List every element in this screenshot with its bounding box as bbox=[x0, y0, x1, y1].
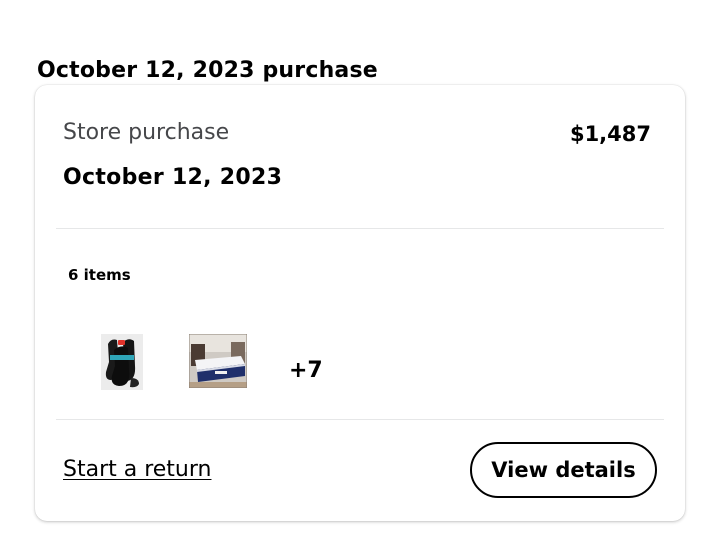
page-title: October 12, 2023 purchase bbox=[37, 58, 378, 83]
order-card: Store purchase $1,487 October 12, 2023 6… bbox=[35, 85, 685, 521]
product-thumbnail-mattress[interactable] bbox=[188, 333, 248, 389]
socks-image bbox=[101, 334, 143, 390]
product-thumbnail-socks[interactable] bbox=[101, 334, 143, 390]
store-purchase-label: Store purchase bbox=[63, 120, 230, 145]
order-date: October 12, 2023 bbox=[63, 165, 283, 190]
more-items-count[interactable]: +7 bbox=[289, 357, 323, 385]
divider bbox=[56, 228, 664, 229]
start-return-link[interactable]: Start a return bbox=[63, 455, 211, 485]
view-details-button[interactable]: View details bbox=[470, 442, 657, 498]
items-count: 6 items bbox=[68, 266, 131, 284]
divider bbox=[56, 419, 664, 420]
order-total: $1,487 bbox=[569, 122, 651, 146]
mattress-image bbox=[188, 333, 248, 389]
